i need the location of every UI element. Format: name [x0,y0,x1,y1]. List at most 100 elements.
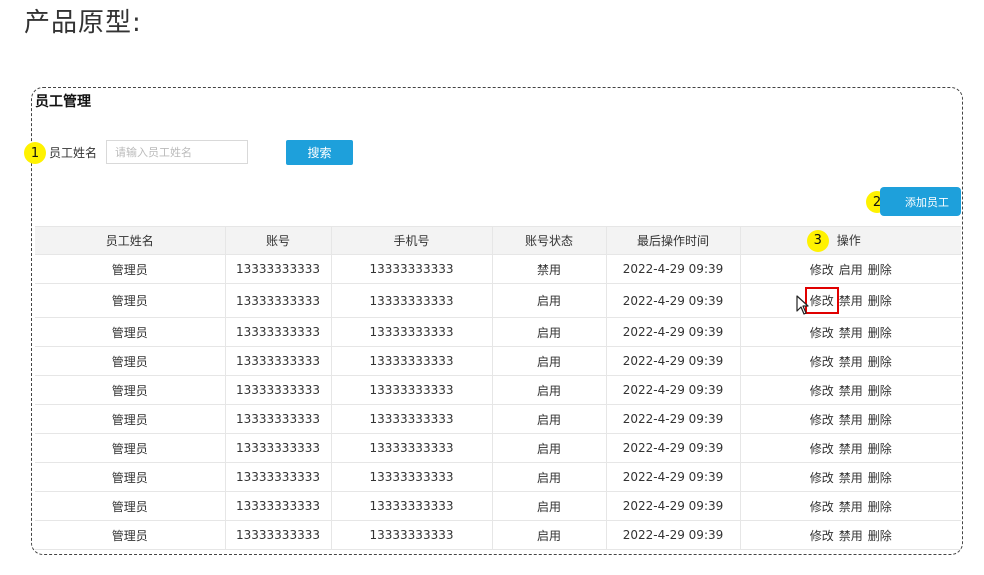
cell-name: 管理员 [35,375,226,405]
row-actions: 修改 启用 删除 [810,261,892,278]
edit-link[interactable]: 修改 [810,353,834,370]
cell-phone: 13333333333 [331,491,493,521]
cell-account: 13333333333 [225,317,332,347]
annotation-marker-3: 3 [806,229,829,252]
toggle-status-link[interactable]: 禁用 [839,292,863,309]
column-header-name: 员工姓名 [35,226,226,255]
mouse-pointer-icon [796,295,809,315]
row-actions: 修改 禁用 删除 [810,527,892,544]
toggle-status-link[interactable]: 禁用 [839,469,863,486]
table-row: 管理员 13333333333 13333333333 启用 2022-4-29 09:… [35,317,961,347]
cell-phone: 13333333333 [331,283,493,318]
row-actions: 修改 禁用 删除 [810,498,892,515]
delete-link[interactable]: 删除 [868,469,892,486]
toggle-status-link[interactable]: 禁用 [839,498,863,515]
add-employee-button[interactable]: 添加员工 [880,187,961,216]
cell-actions: 修改 禁用 删除 [740,433,961,463]
delete-link[interactable]: 删除 [868,411,892,428]
toggle-status-link[interactable]: 禁用 [839,324,863,341]
cell-status: 启用 [492,283,607,318]
cell-name: 管理员 [35,491,226,521]
cell-last-time: 2022-4-29 09:39 [606,520,741,550]
toggle-status-link[interactable]: 禁用 [839,382,863,399]
cell-actions: 修改 禁用 删除 [740,404,961,434]
search-label: 员工姓名 [49,146,98,160]
cell-account: 13333333333 [225,346,332,376]
column-header-phone: 手机号 [331,226,493,255]
cell-actions: 修改 启用 删除 [740,254,961,284]
row-actions: 修改 禁用 删除 [810,411,892,428]
table-row: 管理员 13333333333 13333333333 启用 2022-4-29 09:… [35,520,961,550]
cell-phone: 13333333333 [331,375,493,405]
cell-status: 启用 [492,346,607,376]
cell-actions: 修改 禁用 删除 [740,462,961,492]
cell-account: 13333333333 [225,254,332,284]
cell-account: 13333333333 [225,520,332,550]
table-row: 管理员 13333333333 13333333333 启用 2022-4-29 09:… [35,491,961,521]
cell-actions: 修改 禁用 删除 [740,520,961,550]
cell-actions: 修改 禁用 删除 [740,317,961,347]
cell-last-time: 2022-4-29 09:39 [606,491,741,521]
table-row: 管理员 13333333333 13333333333 禁用 2022-4-29 09:… [35,254,961,284]
cell-status: 启用 [492,520,607,550]
column-header-actions-label: 操作 [836,233,861,247]
cell-actions: 修改 禁用 删除 [740,375,961,405]
column-header-status: 账号状态 [492,226,607,255]
table-row: 管理员 13333333333 13333333333 启用 2022-4-29 09:… [35,404,961,434]
toggle-status-link[interactable]: 禁用 [839,527,863,544]
cell-account: 13333333333 [225,283,332,318]
delete-link[interactable]: 删除 [868,527,892,544]
search-button[interactable]: 搜索 [286,140,353,165]
delete-link[interactable]: 删除 [868,324,892,341]
cell-status: 启用 [492,317,607,347]
employee-name-search-input[interactable] [106,140,248,164]
cell-status: 启用 [492,462,607,492]
annotation-marker-1: 1 [24,142,46,164]
cell-actions: 修改 禁用 删除 [740,491,961,521]
toggle-status-link[interactable]: 启用 [839,261,863,278]
table-row: 管理员 13333333333 13333333333 启用 2022-4-29 09:… [35,375,961,405]
table-row: 管理员 13333333333 13333333333 启用 2022-4-29 09:… [35,462,961,492]
toggle-status-link[interactable]: 禁用 [839,411,863,428]
cell-account: 13333333333 [225,491,332,521]
edit-link[interactable]: 修改 [810,324,834,341]
cell-last-time: 2022-4-29 09:39 [606,433,741,463]
row-actions: 修改 禁用 删除 [810,440,892,457]
edit-link[interactable]: 修改 [810,411,834,428]
delete-link[interactable]: 删除 [868,440,892,457]
delete-link[interactable]: 删除 [868,261,892,278]
cell-actions: 修改 禁用 删除 [740,346,961,376]
cell-status: 启用 [492,491,607,521]
cell-phone: 13333333333 [331,317,493,347]
cell-phone: 13333333333 [331,254,493,284]
edit-link[interactable]: 修改 [810,382,834,399]
toggle-status-link[interactable]: 禁用 [839,440,863,457]
row-actions: 修改 禁用 删除 [810,382,892,399]
cell-account: 13333333333 [225,462,332,492]
cell-name: 管理员 [35,346,226,376]
cell-name: 管理员 [35,433,226,463]
row-actions: 修改 禁用 删除 [804,287,892,314]
cell-phone: 13333333333 [331,520,493,550]
page-heading: 产品原型: [24,8,142,38]
toggle-status-link[interactable]: 禁用 [839,353,863,370]
table-header-row: 员工姓名 账号 手机号 账号状态 最后操作时间 3 操作 [35,226,961,255]
delete-link[interactable]: 删除 [868,498,892,515]
column-header-last-time: 最后操作时间 [606,226,741,255]
edit-link[interactable]: 修改 [810,469,834,486]
delete-link[interactable]: 删除 [868,292,892,309]
cell-name: 管理员 [35,254,226,284]
row-actions: 修改 禁用 删除 [810,324,892,341]
cell-last-time: 2022-4-29 09:39 [606,404,741,434]
cell-actions: 修改 禁用 删除 [740,283,961,318]
cell-last-time: 2022-4-29 09:39 [606,375,741,405]
edit-link[interactable]: 修改 [804,287,839,314]
edit-link[interactable]: 修改 [810,261,834,278]
cell-status: 启用 [492,433,607,463]
cell-phone: 13333333333 [331,346,493,376]
edit-link[interactable]: 修改 [810,498,834,515]
delete-link[interactable]: 删除 [868,382,892,399]
edit-link[interactable]: 修改 [810,440,834,457]
delete-link[interactable]: 删除 [868,353,892,370]
edit-link[interactable]: 修改 [810,527,834,544]
